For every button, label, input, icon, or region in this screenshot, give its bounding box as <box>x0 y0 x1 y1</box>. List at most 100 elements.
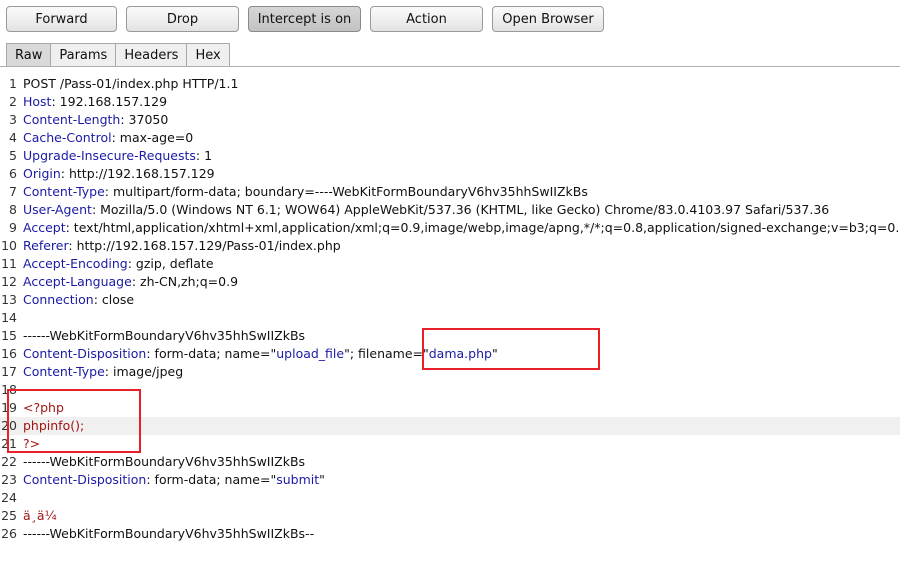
header-value: 192.168.157.129 <box>55 94 168 109</box>
header-value: 37050 <box>124 112 169 127</box>
open-browser-button[interactable]: Open Browser <box>492 6 604 32</box>
line-content: Content-Disposition: form-data; name="su… <box>23 471 325 489</box>
line-content: ------WebKitFormBoundaryV6hv35hhSwIIZkBs <box>23 327 305 345</box>
header-name: Cache-Control <box>23 130 112 145</box>
line-content: Accept-Language: zh-CN,zh;q=0.9 <box>23 273 238 291</box>
line-content: User-Agent: Mozilla/5.0 (Windows NT 6.1;… <box>23 201 829 219</box>
line-content: ä¸ä¼ <box>23 507 61 525</box>
message-view-tabs: Raw Params Headers Hex <box>6 43 230 67</box>
tab-params[interactable]: Params <box>50 43 117 67</box>
line-number: 26 <box>1 526 17 541</box>
header-name: Content-Type <box>23 364 105 379</box>
header-value: Mozilla/5.0 (Windows NT 6.1; WOW64) Appl… <box>96 202 830 217</box>
header-value: gzip, deflate <box>131 256 214 271</box>
line-text: ------WebKitFormBoundaryV6hv35hhSwIIZkBs <box>23 328 306 343</box>
code-line: 22 ------WebKitFormBoundaryV6hv35hhSwIIZk… <box>0 453 900 471</box>
raw-request-editor[interactable]: 1 POST /Pass-01/index.php HTTP/1.1 2 Host: … <box>0 66 900 561</box>
proxy-toolbar: Forward Drop Intercept is on Action Open… <box>0 0 900 40</box>
line-number: 16 <box>1 346 17 361</box>
code-line: 7 Content-Type: multipart/form-data; boun… <box>0 183 900 201</box>
header-name: Content-Disposition <box>23 346 147 361</box>
header-name: Accept-Encoding <box>23 256 128 271</box>
code-line: 2 Host: 192.168.157.129 <box>0 93 900 111</box>
header-name: User-Agent <box>23 202 92 217</box>
forward-button[interactable]: Forward <box>6 6 117 32</box>
line-number: 24 <box>1 490 17 505</box>
line-content: Upgrade-Insecure-Requests: 1 <box>23 147 212 165</box>
code-line: 23 Content-Disposition: form-data; name="… <box>0 471 900 489</box>
tab-headers[interactable]: Headers <box>115 43 188 67</box>
header-name: Referer <box>23 238 69 253</box>
code-line: 3 Content-Length: 37050 <box>0 111 900 129</box>
header-name: Content-Length <box>23 112 121 127</box>
header-name: Connection <box>23 292 94 307</box>
intercept-toggle-button[interactable]: Intercept is on <box>248 6 361 32</box>
field-value: submit <box>276 472 320 487</box>
tab-hex[interactable]: Hex <box>186 43 230 67</box>
tab-raw[interactable]: Raw <box>6 43 52 67</box>
line-number: 12 <box>1 274 17 289</box>
code-line: 13 Connection: close <box>0 291 900 309</box>
line-number: 23 <box>1 472 17 487</box>
line-number: 2 <box>9 94 17 109</box>
code-line: 12 Accept-Language: zh-CN,zh;q=0.9 <box>0 273 900 291</box>
line-number: 8 <box>9 202 17 217</box>
code-line: 10 Referer: http://192.168.157.129/Pass-0… <box>0 237 900 255</box>
line-number: 3 <box>9 112 17 127</box>
header-value: zh-CN,zh;q=0.9 <box>136 274 239 289</box>
line-number: 4 <box>9 130 17 145</box>
line-number: 13 <box>1 292 17 307</box>
code-line: 5 Upgrade-Insecure-Requests: 1 <box>0 147 900 165</box>
line-text: ------WebKitFormBoundaryV6hv35hhSwIIZkBs… <box>23 526 315 541</box>
php-payload-highlight-box <box>7 389 141 453</box>
header-name: Host <box>23 94 52 109</box>
code-line: 9 Accept: text/html,application/xhtml+xml… <box>0 219 900 237</box>
line-number: 7 <box>9 184 17 199</box>
line-number: 10 <box>1 238 17 253</box>
header-name: Upgrade-Insecure-Requests <box>23 148 196 163</box>
line-number: 14 <box>1 310 17 325</box>
header-value: multipart/form-data; boundary=----WebKit… <box>109 184 588 199</box>
header-name: Accept-Language <box>23 274 132 289</box>
header-name: Content-Disposition <box>23 472 147 487</box>
line-number: 6 <box>9 166 17 181</box>
line-content: Cache-Control: max-age=0 <box>23 129 193 147</box>
header-name: Content-Type <box>23 184 105 199</box>
code-line: 25 ä¸ä¼ <box>0 507 900 525</box>
header-value: image/jpeg <box>109 364 184 379</box>
line-text: POST /Pass-01/index.php HTTP/1.1 <box>23 76 239 91</box>
line-number: 1 <box>9 76 17 91</box>
field-value: upload_file <box>276 346 345 361</box>
drop-button[interactable]: Drop <box>126 6 239 32</box>
header-name: Origin <box>23 166 61 181</box>
header-value: text/html,application/xhtml+xml,applicat… <box>69 220 900 235</box>
line-number: 9 <box>9 220 17 235</box>
header-value-part: form-data; name=" <box>150 346 277 361</box>
line-content: POST /Pass-01/index.php HTTP/1.1 <box>23 75 238 93</box>
header-name: Accept <box>23 220 66 235</box>
line-content: Connection: close <box>23 291 134 309</box>
line-text: ------WebKitFormBoundaryV6hv35hhSwIIZkBs <box>23 454 306 469</box>
line-content: Host: 192.168.157.129 <box>23 93 167 111</box>
header-value: close <box>97 292 135 307</box>
header-value: http://192.168.157.129 <box>65 166 215 181</box>
line-number: 15 <box>1 328 17 343</box>
filename-highlight-box <box>422 328 600 370</box>
line-content: Accept-Encoding: gzip, deflate <box>23 255 214 273</box>
line-content: Origin: http://192.168.157.129 <box>23 165 215 183</box>
line-content: Content-Type: multipart/form-data; bound… <box>23 183 588 201</box>
header-value-part: form-data; name=" <box>150 472 277 487</box>
action-button[interactable]: Action <box>370 6 483 32</box>
line-number: 22 <box>1 454 17 469</box>
code-line: 26 ------WebKitFormBoundaryV6hv35hhSwIIZk… <box>0 525 900 543</box>
code-line: 11 Accept-Encoding: gzip, deflate <box>0 255 900 273</box>
line-number: 25 <box>1 508 17 523</box>
line-content: ------WebKitFormBoundaryV6hv35hhSwIIZkBs <box>23 453 305 471</box>
header-value: max-age=0 <box>115 130 194 145</box>
line-number: 11 <box>1 256 17 271</box>
code-line: 24 <box>0 489 900 507</box>
header-value-part: "; filename=" <box>344 346 429 361</box>
header-value: 1 <box>200 148 213 163</box>
code-line: 1 POST /Pass-01/index.php HTTP/1.1 <box>0 75 900 93</box>
line-content: Referer: http://192.168.157.129/Pass-01/… <box>23 237 341 255</box>
